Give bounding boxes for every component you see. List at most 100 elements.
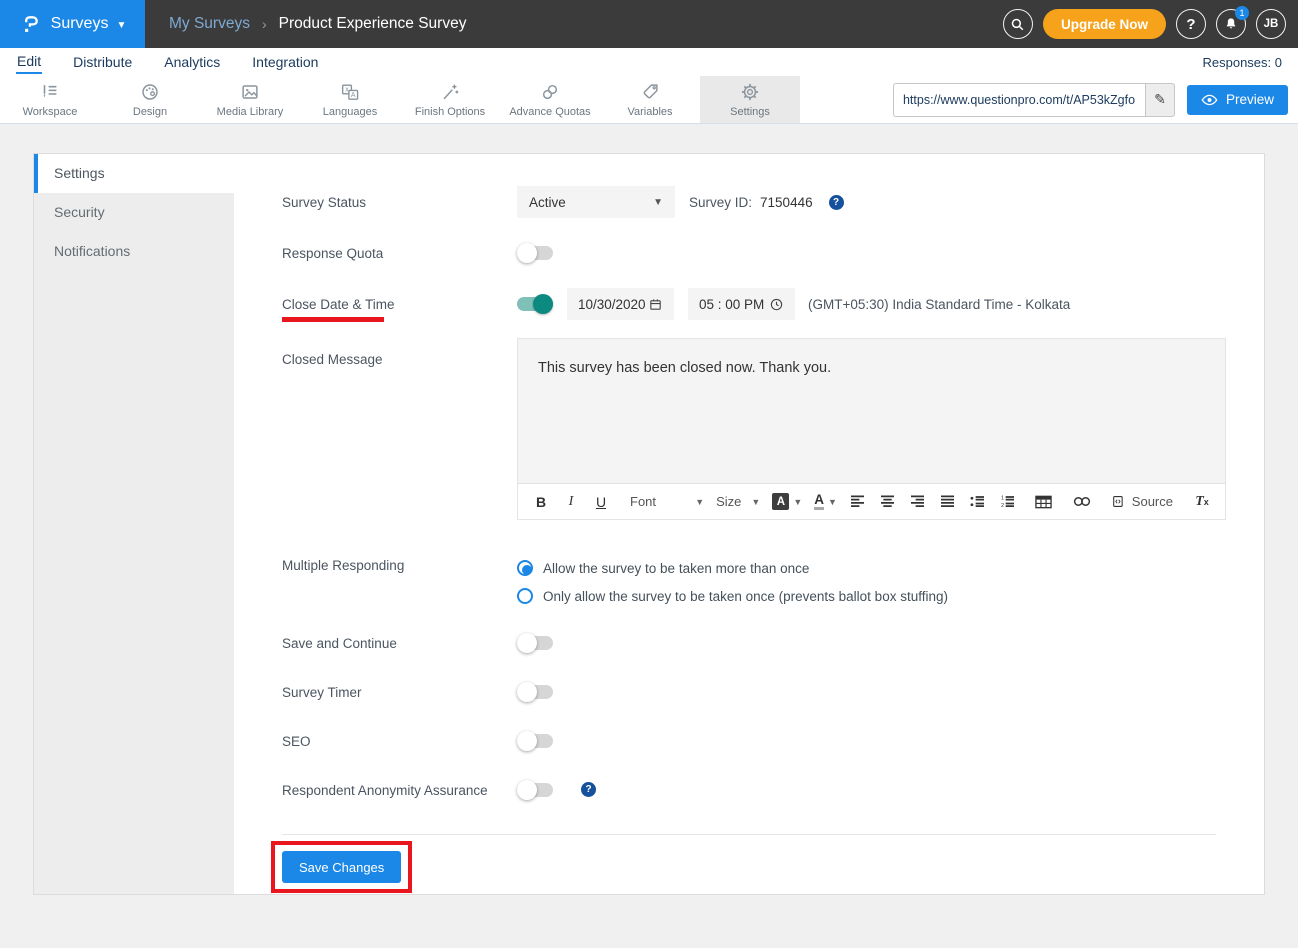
closed-message-text[interactable]: This survey has been closed now. Thank y… [518,339,1225,483]
link-icon [1073,496,1091,507]
languages-icon: x A [339,81,361,103]
tab-analytics[interactable]: Analytics [163,51,221,73]
sidebar-item-security[interactable]: Security [34,193,234,232]
numbered-list-button[interactable]: 12 [999,490,1017,514]
bold-button[interactable]: B [532,490,550,514]
align-center-icon [880,495,895,508]
justify-button[interactable] [939,490,957,514]
toolbar-item-settings[interactable]: Settings [700,76,800,123]
radio-icon [517,588,533,604]
background-color-button[interactable]: A ▼ [772,493,802,510]
closed-message-editor: This survey has been closed now. Thank y… [517,338,1226,520]
table-button[interactable] [1035,490,1053,514]
save-changes-button[interactable]: Save Changes [282,851,401,883]
toolbar-item-finish-options[interactable]: Finish Options [400,76,500,123]
search-button[interactable] [1003,9,1033,39]
chevron-down-icon: ▼ [116,20,126,31]
divider [282,834,1216,835]
product-switcher[interactable]: Surveys ▼ [0,0,145,48]
notification-badge: 1 [1235,6,1249,20]
survey-timer-toggle[interactable] [517,685,553,699]
bulleted-list-button[interactable] [969,490,987,514]
close-date-time-toggle[interactable] [517,297,553,311]
pencil-icon: ✎ [1154,91,1166,108]
upgrade-button[interactable]: Upgrade Now [1043,9,1166,39]
survey-status-dropdown[interactable]: Active ▼ [517,186,675,218]
page-background: Settings Security Notifications Survey S… [0,124,1298,948]
response-quota-toggle[interactable] [517,246,553,260]
settings-gear-icon [739,81,761,103]
seo-toggle[interactable] [517,734,553,748]
responses-count: Responses: 0 [1203,55,1283,70]
table-icon [1035,495,1052,509]
link-button[interactable] [1073,490,1091,514]
share-url-input[interactable] [893,83,1145,117]
close-date-time-row: Close Date & Time 10/30/2020 05 [282,288,1240,320]
respondent-anonymity-row: Respondent Anonymity Assurance ? [282,781,1240,798]
numbered-list-icon: 12 [1000,495,1015,508]
remove-format-button[interactable]: Tx [1193,490,1211,514]
product-name: Surveys [51,15,109,33]
respondent-anonymity-label: Respondent Anonymity Assurance [282,781,517,798]
svg-text:A: A [351,92,356,99]
bulleted-list-icon [970,495,985,508]
close-date-time-label: Close Date & Time [282,288,517,320]
edit-url-button[interactable]: ✎ [1145,83,1175,117]
survey-id-help-icon[interactable]: ? [829,195,844,210]
align-center-button[interactable] [879,490,897,514]
toolbar-item-design[interactable]: Design [100,76,200,123]
radio-option-once-only[interactable]: Only allow the survey to be taken once (… [517,588,948,604]
breadcrumb: My Surveys › Product Experience Survey [145,0,1003,48]
source-button[interactable]: Source [1113,490,1173,514]
close-time-input[interactable]: 05 : 00 PM [688,288,795,320]
survey-title: Product Experience Survey [279,15,467,33]
respondent-anonymity-toggle[interactable] [517,783,553,797]
edit-toolbar: Workspace Design Media Library x A Langu… [0,76,1298,124]
align-right-button[interactable] [909,490,927,514]
settings-sidebar: Settings Security Notifications [34,154,234,894]
font-dropdown[interactable]: Font ▼ [630,494,704,509]
seo-label: SEO [282,732,517,749]
text-color-button[interactable]: A ▼ [814,493,837,510]
align-left-button[interactable] [849,490,867,514]
closed-message-row: Closed Message This survey has been clos… [282,338,1240,520]
multiple-responding-label: Multiple Responding [282,556,517,604]
source-icon [1113,494,1123,509]
sidebar-item-settings[interactable]: Settings [34,154,234,193]
italic-button[interactable]: I [562,490,580,514]
chevron-down-icon: ▼ [828,497,837,507]
radio-option-multiple-allowed[interactable]: Allow the survey to be taken more than o… [517,560,948,576]
tab-edit[interactable]: Edit [16,50,42,74]
tab-distribute[interactable]: Distribute [72,51,133,73]
toolbar-item-variables[interactable]: Variables [600,76,700,123]
respondent-anonymity-help-icon[interactable]: ? [581,782,596,797]
size-dropdown[interactable]: Size ▼ [716,494,760,509]
eye-icon [1201,94,1218,106]
tab-integration[interactable]: Integration [251,51,319,73]
preview-button[interactable]: Preview [1187,85,1288,115]
save-and-continue-toggle[interactable] [517,636,553,650]
toolbar-item-media-library[interactable]: Media Library [200,76,300,123]
avatar[interactable]: JB [1256,9,1286,39]
close-date-input[interactable]: 10/30/2020 [567,288,674,320]
svg-text:1: 1 [1001,496,1004,502]
align-left-icon [850,495,865,508]
justify-icon [940,495,955,508]
save-and-continue-label: Save and Continue [282,634,517,651]
notifications-button[interactable]: 1 [1216,9,1246,39]
toolbar-item-workspace[interactable]: Workspace [0,76,100,123]
settings-content: Survey Status Active ▼ Survey ID: 715044… [234,154,1264,894]
toolbar-item-advance-quotas[interactable]: Advance Quotas [500,76,600,123]
underline-button[interactable]: U [592,490,610,514]
sidebar-item-notifications[interactable]: Notifications [34,232,234,271]
clock-icon [769,297,784,312]
survey-id-value: 7150446 [760,195,813,210]
share-url-group: ✎ [893,83,1175,117]
settings-card: Settings Security Notifications Survey S… [33,153,1265,895]
radio-icon [517,560,533,576]
rich-text-toolbar: B I U Font ▼ Size ▼ [518,483,1225,519]
help-button[interactable]: ? [1176,9,1206,39]
breadcrumb-my-surveys[interactable]: My Surveys [169,15,250,33]
questionpro-logo-icon [19,12,43,36]
toolbar-item-languages[interactable]: x A Languages [300,76,400,123]
